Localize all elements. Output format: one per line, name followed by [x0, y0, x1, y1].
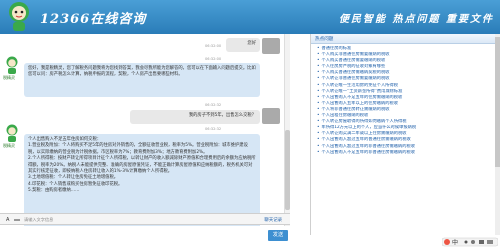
message-time: 06:32:00	[205, 57, 222, 61]
hot-questions-panel: 热点问题 普通住房的标准个人购买非普通住房需要缴纳的税收个人购买普通住房需要缴纳…	[310, 34, 500, 235]
tab-label: 热点问题	[315, 37, 334, 42]
chat-scrollbar[interactable]	[284, 34, 290, 235]
hot-questions-list: 普通住房的标准个人购买非普通住房需要缴纳的税收个人购买普通住房需要缴纳的税收个人…	[317, 46, 497, 156]
chat-scrollbar-thumb[interactable]	[285, 130, 290, 210]
user-avatar-icon	[262, 38, 280, 54]
bot-name: 税精灵	[3, 75, 15, 80]
panel-scrollbar-thumb[interactable]	[495, 37, 500, 167]
bot-avatar-icon	[6, 56, 18, 74]
bot-avatar-icon	[6, 124, 18, 142]
user-avatar-icon	[262, 108, 280, 124]
panel-scrollbar[interactable]	[495, 34, 500, 235]
chat-log[interactable]: 06:32:00 您好 税精灵 06:32:00 您好，我是税精灵，您了解税务问…	[0, 34, 284, 235]
mascot-icon	[9, 2, 29, 31]
header: 12366在线咨询 便民智能 热点问题 重要文件	[0, 0, 500, 34]
font-size-icon[interactable]: A	[6, 217, 11, 223]
user-message: 我的房子不到5年，出售怎么交税？	[130, 110, 260, 124]
user-message: 您好	[226, 38, 260, 52]
header-slogan: 便民智能 热点问题 重要文件	[339, 14, 494, 25]
app-title: 12366在线咨询	[40, 12, 147, 27]
message-time: 06:32:32	[205, 103, 222, 107]
message-time: 06:32:00	[205, 44, 222, 48]
font-size-slider[interactable]	[14, 219, 20, 221]
message-input[interactable]	[0, 226, 290, 249]
hot-question-item[interactable]: 个人出售购入不足五年的非普通住房需缴纳的税收	[317, 150, 497, 156]
tab-hot-questions[interactable]: 热点问题	[311, 34, 500, 44]
input-hint: 请输入文字信息	[24, 217, 54, 222]
bot-message: 您好，我是税精灵，您了解税务问题我将为您找到答案，我会尽我所能为您解答的，您可以…	[24, 63, 260, 97]
send-button[interactable]: 发送	[268, 230, 288, 241]
chat-history-link[interactable]: 聊天记录	[264, 217, 282, 223]
svg-text:中: 中	[452, 239, 458, 247]
input-toolbar: A 请输入文字信息 聊天记录	[0, 213, 290, 225]
ime-toolbar-icon[interactable]: 中	[442, 237, 498, 247]
message-time: 06:32:32	[205, 127, 222, 131]
bot-name: 税精灵	[3, 143, 15, 148]
footer: 中	[310, 235, 500, 249]
